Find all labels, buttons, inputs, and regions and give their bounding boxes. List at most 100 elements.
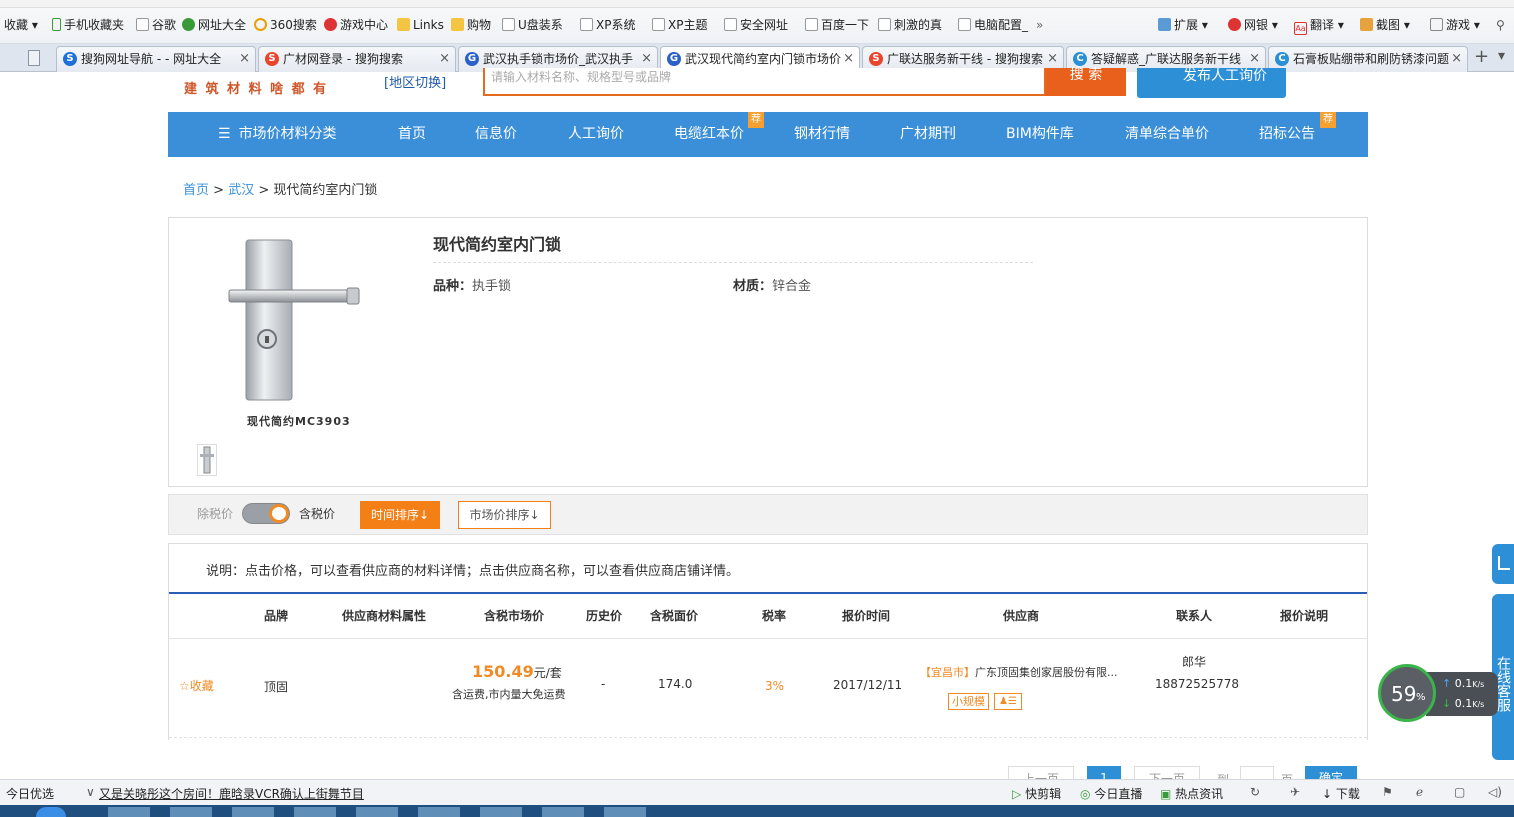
address-bar-edge [0, 0, 1514, 8]
confirm-page-button[interactable]: 确定 [1305, 766, 1357, 779]
page-1-button[interactable]: 1 [1087, 766, 1121, 779]
bookmark-google[interactable]: 谷歌 [136, 16, 176, 34]
search-input[interactable]: 请输入材料名称、规格型号或品牌 [483, 68, 1046, 96]
nav-labor-inquiry[interactable]: 人工询价 [568, 112, 624, 157]
nav-bill-price[interactable]: 清单综合单价 [1125, 112, 1209, 157]
search-icon[interactable]: ⚲ [1496, 16, 1505, 34]
tab-label: 答疑解惑_广联达服务新干线 [1091, 52, 1242, 66]
sort-by-time-button[interactable]: 时间排序↓ [360, 501, 440, 529]
network-speed-widget[interactable]: 59 % ↑ 0.1K/s ↓ 0.1K/s [1378, 664, 1498, 724]
nav-cable-price[interactable]: 电缆红本价 [674, 112, 744, 157]
column-header-quote-note: 报价说明 [1280, 609, 1329, 623]
close-icon[interactable]: × [239, 47, 250, 71]
search-button[interactable]: 搜 索 [1046, 68, 1126, 96]
start-icon[interactable] [36, 807, 66, 817]
taskbar-app-icon[interactable] [604, 807, 646, 817]
extensions-button[interactable]: 扩展 ▾ [1158, 16, 1208, 34]
nav-bim-library[interactable]: BIM构件库 [1006, 112, 1074, 157]
bookmark-pc-config[interactable]: 电脑配置_ [958, 16, 1028, 34]
product-thumbnail[interactable] [197, 444, 217, 476]
prev-page-button[interactable]: 上一页 [1008, 766, 1074, 779]
screenshot-button[interactable]: 截图 ▾ [1360, 16, 1410, 34]
row-contact-phone: 18872525778 [1155, 677, 1239, 691]
bookmark-usb-system[interactable]: U盘装系 [502, 16, 563, 34]
bookmark-flag-icon[interactable]: ⚑ [1382, 785, 1393, 799]
online-bank-button[interactable]: 网银 ▾ [1228, 16, 1278, 34]
taskbar-app-icon[interactable] [294, 807, 336, 817]
quick-edit-button[interactable]: ▷ 快剪辑 [1012, 785, 1061, 802]
taskbar-app-icon[interactable] [232, 807, 274, 817]
tab-sogou-nav[interactable]: S 搜狗网址导航 - - 网址大全 × [56, 46, 256, 72]
breadcrumb-current: 现代简约室内门锁 [273, 183, 378, 198]
favorite-button[interactable]: ☆收藏 [179, 677, 214, 694]
window-icon[interactable]: ▢ [1454, 785, 1465, 799]
tax-toggle[interactable] [242, 503, 290, 524]
bookmark-exciting[interactable]: 刺激的真 [878, 16, 942, 34]
next-page-button[interactable]: 下一页 [1134, 766, 1200, 779]
region-switch-link[interactable]: [地区切换] [384, 72, 446, 91]
bookmark-safe-sites[interactable]: 安全网址 [724, 16, 788, 34]
bookmark-links[interactable]: Links [397, 16, 444, 34]
taskbar-app-icon[interactable] [418, 807, 460, 817]
refresh-icon[interactable]: ↻ [1250, 785, 1260, 799]
bookmark-xp-theme[interactable]: XP主题 [652, 16, 707, 34]
bookmark-360-search[interactable]: 360搜索 [254, 16, 317, 34]
bookmarks-more-icon[interactable]: » [1036, 16, 1043, 34]
download-icon: ↓ [1322, 787, 1333, 801]
translate-button[interactable]: Aa 翻译 ▾ [1294, 16, 1344, 35]
bookmark-site-directory[interactable]: 网址大全 [182, 16, 246, 34]
sort-by-price-button[interactable]: 市场价排序↓ [458, 501, 551, 529]
nav-category[interactable]: ☰ 市场价材料分类 [218, 112, 337, 157]
taskbar-app-icon[interactable] [356, 807, 398, 817]
speaker-icon[interactable]: ◁) [1488, 785, 1502, 799]
play-icon: ▷ [1012, 787, 1022, 801]
nav-journal[interactable]: 广材期刊 [900, 112, 956, 157]
exclude-tax-label[interactable]: 除税价 [197, 505, 233, 522]
breadcrumb-city[interactable]: 武汉 [228, 183, 254, 198]
bookmarks-bar: 收藏 ▾ 手机收藏夹 谷歌 网址大全 360搜索 游戏中心 Links 购物 U… [0, 0, 1514, 44]
floating-scroll-button[interactable] [1492, 544, 1514, 584]
nav-steel-market[interactable]: 钢材行情 [794, 112, 850, 157]
tab-sidebar-icon[interactable] [28, 50, 40, 66]
product-image[interactable] [209, 232, 369, 432]
tab-gypsum-board[interactable]: C 石膏板贴绷带和刷防锈漆问题 × [1268, 46, 1468, 72]
bookmark-baidu[interactable]: 百度一下 [805, 16, 869, 34]
glodon-icon: C [1275, 52, 1289, 66]
extension-icon [1158, 18, 1171, 31]
include-tax-label[interactable]: 含税价 [299, 505, 335, 522]
breadcrumb-home[interactable]: 首页 [183, 183, 209, 198]
close-icon[interactable]: × [1451, 47, 1462, 71]
taskbar-app-icon[interactable] [542, 807, 584, 817]
ie-icon[interactable]: ℯ [1416, 785, 1423, 799]
supplier-link[interactable]: 【宜昌市】广东顶固集创家居股份有限... [920, 664, 1118, 680]
live-today-button[interactable]: ◎ 今日直播 [1080, 785, 1142, 802]
games-button[interactable]: 游戏 ▾ [1430, 16, 1480, 34]
bookmark-game-center[interactable]: 游戏中心 [324, 16, 388, 34]
pin-icon[interactable]: ✈ [1290, 785, 1300, 799]
nav-home[interactable]: 首页 [398, 112, 426, 157]
taskbar-app-icon[interactable] [108, 807, 150, 817]
bookmark-shopping[interactable]: 购物 [451, 16, 491, 34]
nav-tender-notice[interactable]: 招标公告 [1259, 112, 1315, 157]
taskbar-app-icon[interactable] [170, 807, 212, 817]
tab-label: 石膏板贴绷带和刷防锈漆问题 [1293, 52, 1450, 66]
publish-inquiry-button[interactable]: 发布人工询价 [1137, 68, 1286, 98]
tab-list-icon[interactable]: ▾ [1498, 48, 1505, 64]
bookmark-xp-system[interactable]: XP系统 [580, 16, 635, 34]
hot-news-button[interactable]: ▣ 热点资讯 [1160, 785, 1223, 802]
tab-label: 广材网登录 - 搜狗搜索 [283, 52, 403, 66]
page-icon [136, 18, 149, 31]
row-price-link[interactable]: 150.49元/套 [472, 662, 562, 681]
close-icon[interactable]: × [439, 47, 450, 71]
new-tab-icon[interactable]: + [1474, 46, 1489, 67]
bookmark-favorites[interactable]: 收藏 ▾ [4, 16, 38, 34]
download-button[interactable]: ↓ 下载 [1322, 785, 1360, 802]
daily-picks[interactable]: 今日优选 [6, 785, 54, 802]
page-number-input[interactable] [1240, 766, 1274, 779]
news-ticker-link[interactable]: 又是关晓彤这个房间！鹿晗录VCR确认上街舞节目 [99, 785, 364, 802]
expand-news-icon[interactable]: ∨ [86, 785, 95, 799]
tab-gcw-login[interactable]: S 广材网登录 - 搜狗搜索 × [258, 46, 456, 72]
bookmark-mobile[interactable]: 手机收藏夹 [52, 16, 124, 34]
taskbar-app-icon[interactable] [480, 807, 522, 817]
nav-info-price[interactable]: 信息价 [475, 112, 517, 157]
